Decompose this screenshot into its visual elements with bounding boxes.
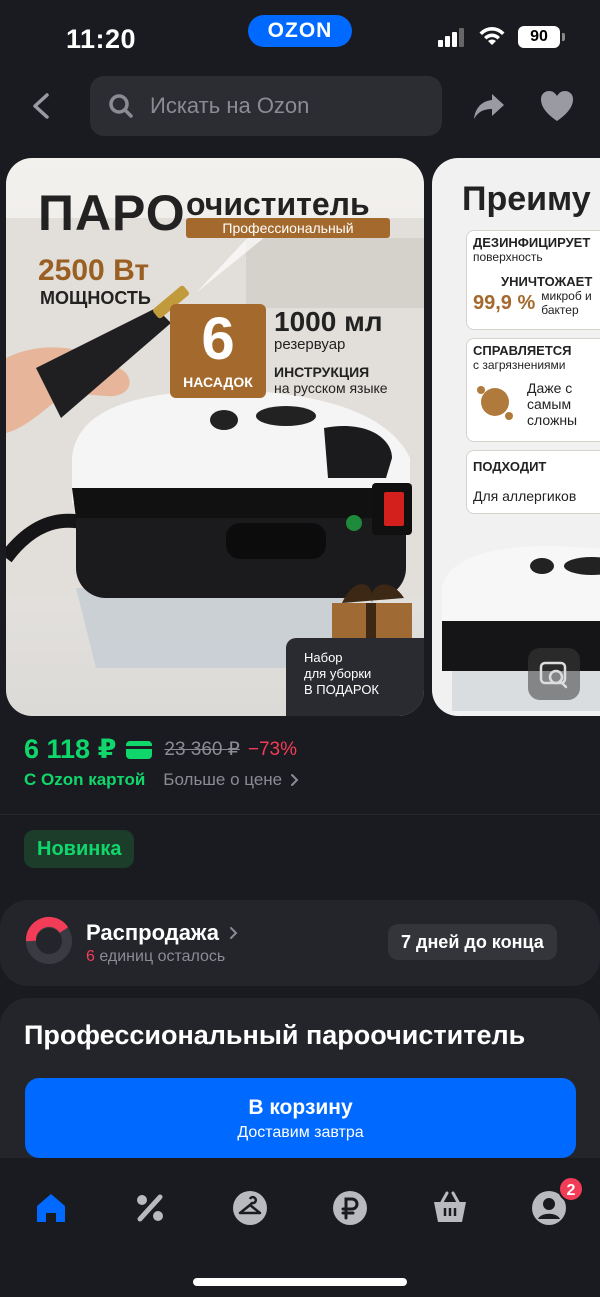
visual-search-button[interactable] [528,648,580,700]
product-gallery[interactable]: ПАРО очиститель Профессиональный 2500 Вт… [0,158,600,716]
back-arrow-icon[interactable] [24,88,60,124]
wifi-icon [479,27,505,45]
status-bar: 11:20 OZON 90 [0,0,600,78]
nozzles-count: 6 [201,305,235,372]
gallery-slide-main[interactable]: ПАРО очиститель Профессиональный 2500 Вт… [6,158,424,716]
share-icon[interactable] [470,88,508,124]
advantage-card-allergy: ПОДХОДИТ Для аллергиков [466,450,600,514]
advantage-text: микроб и бактер [541,289,592,317]
slide2-title: Преиму [462,180,591,218]
slide-subtitle: Профессиональный [186,218,390,238]
old-price: 23 360 ₽ [164,739,240,760]
nozzles-badge: 6 НАСАДОК [170,304,266,398]
chevron-right-icon [291,774,299,786]
power-value: 2500 Вт [38,254,150,287]
advantage-card-dirt: СПРАВЛЯЕТСЯ с загрязнениями Даже с самым… [466,338,600,442]
volume-label: резервуар [274,336,346,353]
gift-line: для уборки [304,666,372,681]
ozon-logo-pill[interactable]: OZON [248,15,352,47]
profile-notification-badge: 2 [558,1176,584,1202]
gift-line: В ПОДАРОК [304,682,379,697]
sale-progress-ring-icon [26,916,72,964]
search-input[interactable]: Искать на Ozon [90,76,442,136]
units-count: 6 [86,948,95,965]
gift-line: Набор [304,650,343,665]
camera-search-icon [539,661,568,689]
gift-label: Набор для уборки В ПОДАРОК [286,638,424,716]
product-title: Профессиональный пароочиститель [24,1020,526,1050]
search-placeholder: Искать на Ozon [150,93,310,118]
advantage-percent: 99,9 % [473,291,536,314]
discount-percent: −73% [247,738,297,760]
stain-icon [477,386,513,420]
volume-value: 1000 мл [274,306,383,337]
advantage-text: поверхность [473,250,543,264]
chevron-right-icon [230,927,238,939]
search-icon [109,94,133,118]
status-icons: 90 [438,26,565,48]
sale-units-left: 6 единиц осталось [86,948,225,966]
signal-icon [438,28,464,47]
units-text: единиц осталось [99,948,226,965]
advantage-heading: СПРАВЛЯЕТСЯ [473,343,572,358]
fresh-hanger-icon[interactable] [230,1188,270,1228]
gallery-slide-advantages[interactable]: Преиму ДЕЗИНФИЦИРУЕТ поверхность УНИЧТОЖ… [432,158,600,716]
advantage-heading: УНИЧТОЖАЕТ [501,274,593,289]
instructions-sub: на русском языке [274,380,388,396]
add-to-cart-button[interactable]: В корзину Доставим завтра [25,1078,576,1158]
favorite-heart-icon[interactable] [538,88,576,124]
advantage-card-disinfect: ДЕЗИНФИЦИРУЕТ поверхность УНИЧТОЖАЕТ 99,… [466,230,600,330]
cart-basket-icon[interactable] [430,1188,470,1228]
new-badge: Новинка [24,830,135,868]
ruble-finance-icon[interactable] [330,1188,370,1228]
sale-days-left: 7 дней до конца [388,924,557,960]
advantage-heading: ПОДХОДИТ [473,459,547,474]
power-label: МОЩНОСТЬ [40,288,151,308]
sale-title-text: Распродажа [86,920,220,945]
battery-indicator: 90 [518,26,565,48]
discount-percent-icon[interactable] [130,1188,170,1228]
more-price-label: Больше о цене [163,770,283,789]
price-row: 6 118 ₽ 23 360 ₽ −73% [24,734,297,765]
ozon-card-label: С Ozon картой [24,770,146,789]
ozon-card-icon [126,740,153,759]
sale-card[interactable]: Распродажа 6 единиц осталось 7 дней до к… [0,900,600,986]
home-indicator[interactable] [193,1278,407,1286]
advantage-text: Для аллергиков [473,488,577,504]
status-time: 11:20 [66,24,137,54]
advantage-text: Даже с самым сложны [527,380,578,428]
section-divider [0,814,600,815]
bottom-tab-bar: 2 [0,1170,600,1297]
advantage-text: с загрязнениями [473,358,566,372]
top-navigation: Искать на Ozon [0,76,600,136]
home-icon[interactable] [31,1188,71,1228]
price-with-card: 6 118 ₽ [24,734,117,764]
slide-title-big: ПАРО [38,185,186,241]
nozzles-label: НАСАДОК [183,374,253,390]
advantage-heading: ДЕЗИНФИЦИРУЕТ [473,235,591,250]
instructions-title: ИНСТРУКЦИЯ [274,364,370,380]
price-details-row: С Ozon картой Больше о цене [24,770,300,790]
sale-title: Распродажа [86,920,239,946]
cart-button-sub: Доставим завтра [237,1124,364,1141]
cart-button-label: В корзину [248,1096,353,1119]
more-price-link[interactable]: Больше о цене [163,770,300,790]
